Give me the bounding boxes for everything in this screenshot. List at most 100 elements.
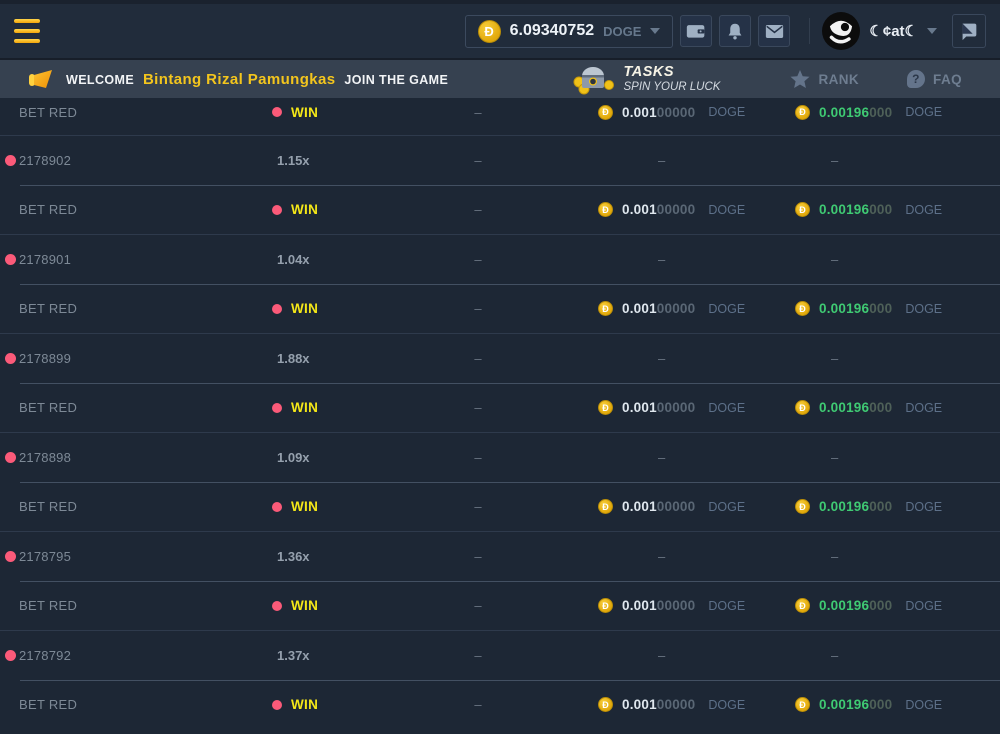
multiplier: 1.09x <box>277 450 310 465</box>
hamburger-menu-icon[interactable] <box>12 16 42 46</box>
empty-value: – <box>831 153 838 168</box>
red-dot-icon <box>272 403 282 413</box>
currency-label: DOGE <box>905 401 942 415</box>
empty-value: – <box>474 648 481 663</box>
empty-value: – <box>658 153 665 168</box>
doge-coin-icon: Ð <box>598 400 613 415</box>
topbar-divider <box>809 18 810 44</box>
faq-link[interactable]: ? FAQ <box>907 70 962 88</box>
bet-amount: 0.00100000 <box>622 105 695 120</box>
mail-icon <box>765 24 784 39</box>
multiplier: 1.88x <box>277 351 310 366</box>
bet-row[interactable]: BET RED WIN – Ð0.00100000DOGE Ð0.0019600… <box>0 186 1000 235</box>
empty-value: – <box>831 450 838 465</box>
empty-value: – <box>474 598 481 613</box>
doge-coin-icon: Ð <box>598 499 613 514</box>
star-icon <box>790 70 810 89</box>
empty-value: – <box>474 351 481 366</box>
round-row[interactable]: 2178792 1.37x – – – <box>0 631 1000 680</box>
wallet-icon <box>686 22 706 40</box>
empty-value: – <box>474 499 481 514</box>
doge-coin-icon: Ð <box>795 301 810 316</box>
notifications-button[interactable] <box>719 15 751 47</box>
empty-value: – <box>474 697 481 712</box>
multiplier: 1.37x <box>277 648 310 663</box>
balance-currency: DOGE <box>603 24 641 39</box>
welcome-player-name: Bintang Rizal Pamungkas <box>138 71 341 88</box>
red-dot-icon <box>272 107 282 117</box>
round-row[interactable]: 2178901 1.04x – – – <box>0 235 1000 284</box>
doge-coin-icon: Ð <box>598 105 613 120</box>
chevron-down-icon <box>927 28 937 34</box>
bet-row[interactable]: BET RED WIN – Ð0.00100000DOGE Ð0.0019600… <box>0 681 1000 729</box>
doge-coin-icon: Ð <box>795 697 810 712</box>
welcome-message: WELCOME Bintang Rizal Pamungkas JOIN THE… <box>66 71 448 88</box>
profit-amount: 0.00196000 <box>819 499 892 514</box>
currency-label: DOGE <box>708 401 745 415</box>
outcome-label: WIN <box>291 499 318 514</box>
bet-row[interactable]: BET RED WIN – Ð0.00100000DOGE Ð0.0019600… <box>0 582 1000 631</box>
empty-value: – <box>831 549 838 564</box>
profit-amount: 0.00196000 <box>819 598 892 613</box>
profit-amount: 0.00196000 <box>819 301 892 316</box>
round-id: 2178899 <box>19 351 71 366</box>
red-dot-icon <box>272 700 282 710</box>
bet-amount: 0.00100000 <box>622 697 695 712</box>
currency-label: DOGE <box>905 302 942 316</box>
round-id: 2178795 <box>19 549 71 564</box>
tasks-widget[interactable]: TASKS SPIN YOUR LUCK <box>572 63 721 95</box>
round-row[interactable]: 2178795 1.36x – – – <box>0 532 1000 581</box>
rank-link[interactable]: RANK <box>790 70 859 89</box>
empty-value: – <box>474 252 481 267</box>
megaphone-icon <box>28 67 54 91</box>
messages-button[interactable] <box>758 15 790 47</box>
wallet-button[interactable] <box>680 15 712 47</box>
empty-value: – <box>474 450 481 465</box>
empty-value: – <box>658 450 665 465</box>
bet-row[interactable]: BET RED WIN – Ð0.00100000DOGE Ð0.0019600… <box>0 384 1000 433</box>
empty-value: – <box>658 351 665 366</box>
outcome-label: WIN <box>291 202 318 217</box>
currency-label: DOGE <box>708 302 745 316</box>
empty-value: – <box>474 400 481 415</box>
outcome-label: WIN <box>291 697 318 712</box>
tasks-title: TASKS <box>624 64 721 81</box>
round-row[interactable]: 2178902 1.15x – – – <box>0 136 1000 185</box>
balance-amount: 6.09340752 <box>510 22 595 40</box>
bet-row[interactable]: BET RED WIN – Ð0.00100000DOGE Ð0.0019600… <box>0 483 1000 532</box>
bet-type-label: BET RED <box>19 301 77 316</box>
profit-amount: 0.00196000 <box>819 400 892 415</box>
empty-value: – <box>474 301 481 316</box>
round-row[interactable]: 2178898 1.09x – – – <box>0 433 1000 482</box>
treasure-chest-icon <box>572 63 614 95</box>
bet-amount: 0.00100000 <box>622 301 695 316</box>
profit-amount: 0.00196000 <box>819 105 892 120</box>
bet-row[interactable]: BET RED WIN – Ð0.00100000DOGE Ð0.0019600… <box>0 98 1000 135</box>
balance-selector[interactable]: Ð 6.09340752 DOGE <box>465 15 674 48</box>
red-dot-icon <box>272 502 282 512</box>
doge-coin-icon: Ð <box>795 499 810 514</box>
welcome-banner: WELCOME Bintang Rizal Pamungkas JOIN THE… <box>0 60 1000 98</box>
bet-type-label: BET RED <box>19 105 77 120</box>
user-menu[interactable]: ☾¢at☾ <box>822 12 937 50</box>
currency-label: DOGE <box>708 105 745 119</box>
round-id: 2178792 <box>19 648 71 663</box>
bet-type-label: BET RED <box>19 400 77 415</box>
doge-coin-icon: Ð <box>598 202 613 217</box>
outcome-label: WIN <box>291 598 318 613</box>
bet-type-label: BET RED <box>19 697 77 712</box>
welcome-prefix: WELCOME <box>66 73 134 87</box>
red-dot-icon <box>5 551 16 562</box>
bet-row[interactable]: BET RED WIN – Ð0.00100000DOGE Ð0.0019600… <box>0 285 1000 334</box>
round-row[interactable]: 2178899 1.88x – – – <box>0 334 1000 383</box>
bet-type-label: BET RED <box>19 598 77 613</box>
outcome-label: WIN <box>291 301 318 316</box>
empty-value: – <box>831 252 838 267</box>
currency-label: DOGE <box>708 599 745 613</box>
currency-label: DOGE <box>905 599 942 613</box>
chat-button[interactable] <box>952 14 986 48</box>
bet-type-label: BET RED <box>19 202 77 217</box>
outcome-label: WIN <box>291 105 318 120</box>
doge-coin-icon: Ð <box>795 400 810 415</box>
empty-value: – <box>831 351 838 366</box>
